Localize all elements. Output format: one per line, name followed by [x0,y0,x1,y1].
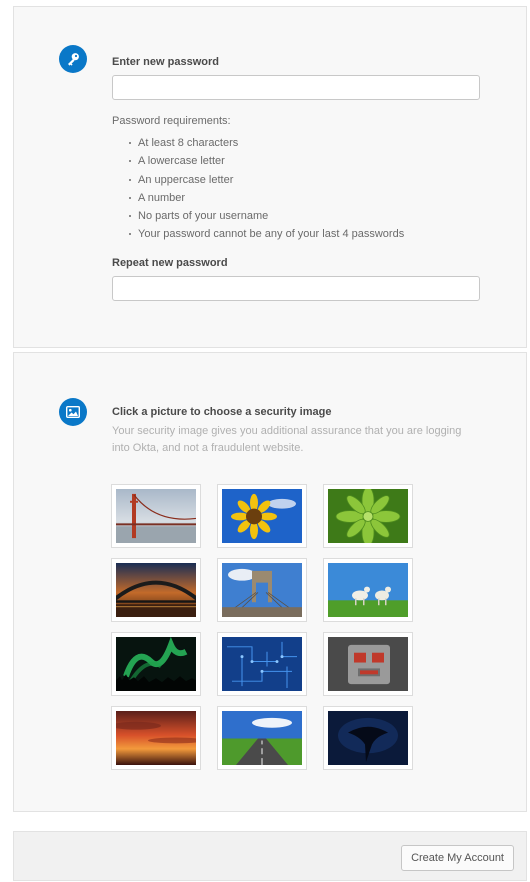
requirement-item: A lowercase letter [112,152,404,170]
key-icon [59,45,87,73]
security-image-manta-ray[interactable] [323,706,413,770]
security-image-panel: Click a picture to choose a security ima… [13,352,527,812]
password-panel: Enter new password Password requirements… [13,6,527,348]
requirement-item: A number [112,189,404,207]
create-account-button[interactable]: Create My Account [401,845,514,871]
security-image-lambs[interactable] [323,558,413,622]
security-image-description: Your security image gives you additional… [112,425,462,454]
security-image-robot[interactable] [323,632,413,696]
new-password-label: Enter new password [112,56,219,68]
picture-icon [59,398,87,426]
password-requirements-list: At least 8 characters A lowercase letter… [112,134,404,244]
requirement-item: At least 8 characters [112,134,404,152]
requirement-item: Your password cannot be any of your last… [112,225,404,243]
security-image-harbour-bridge[interactable] [111,558,201,622]
new-password-field[interactable] [112,75,480,100]
security-image-grid [111,484,414,770]
security-image-succulent[interactable] [323,484,413,548]
security-image-aurora[interactable] [111,632,201,696]
security-image-road[interactable] [217,706,307,770]
security-image-sunflower[interactable] [217,484,307,548]
repeat-password-label: Repeat new password [112,257,228,269]
requirement-item: No parts of your username [112,207,404,225]
repeat-password-field[interactable] [112,276,480,301]
security-image-golden-gate[interactable] [111,484,201,548]
security-image-red-sunset[interactable] [111,706,201,770]
security-image-title: Click a picture to choose a security ima… [112,406,332,418]
requirement-item: An uppercase letter [112,171,404,189]
security-image-brooklyn-bridge[interactable] [217,558,307,622]
password-requirements-heading: Password requirements: [112,115,231,127]
footer-bar: Create My Account [13,831,527,881]
security-image-circuit[interactable] [217,632,307,696]
